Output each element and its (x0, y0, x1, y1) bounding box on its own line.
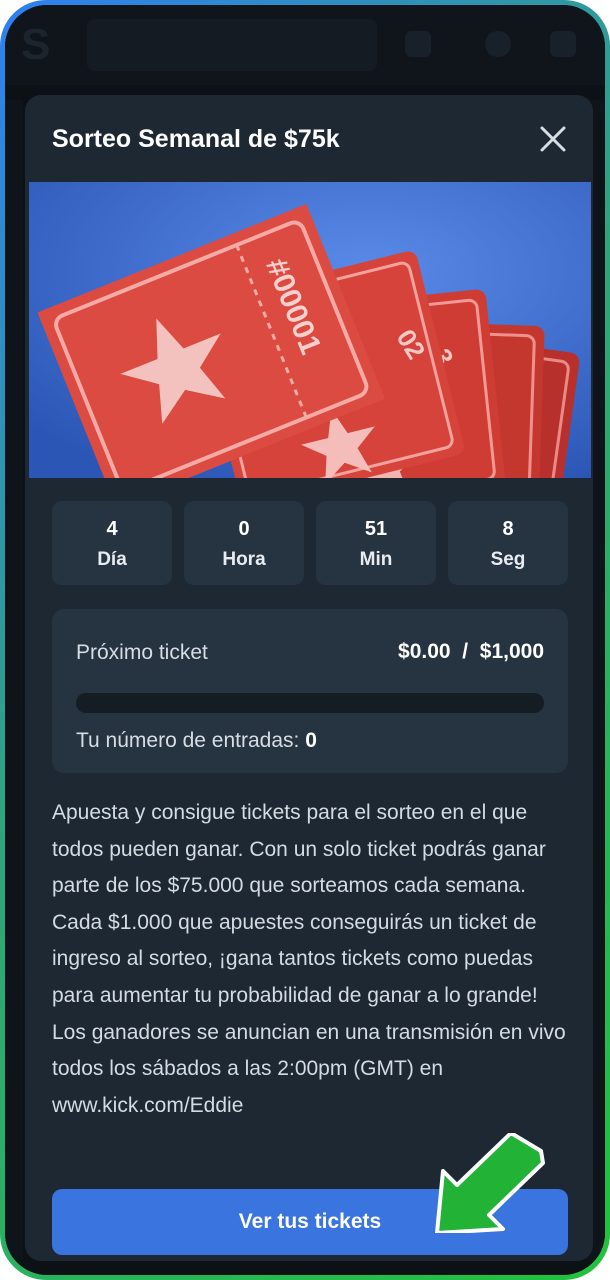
ticket-progress-amount: $0.00 / $1,000 (398, 640, 544, 664)
countdown-seconds: 8 Seg (448, 501, 568, 585)
phone-frame: S Sorteo Semanal de $75k 3 02 #00001 4 D… (0, 0, 610, 1280)
hero-image: 3 02 #00001 (29, 182, 591, 478)
close-button[interactable] (537, 123, 569, 155)
countdown-value: 8 (502, 518, 514, 540)
raffle-tickets-illustration: 3 02 #00001 (29, 182, 591, 478)
background-bell-icon (550, 31, 576, 57)
countdown-unit: Seg (490, 549, 526, 570)
countdown-value: 0 (238, 518, 250, 540)
ticket-progress-bar (76, 693, 544, 713)
close-icon (540, 126, 566, 152)
amount-separator: / (462, 640, 469, 663)
screen: S Sorteo Semanal de $75k 3 02 #00001 4 D… (5, 5, 605, 1275)
background-left-strip (5, 100, 23, 1260)
entries-label: Tu número de entradas: (76, 729, 300, 752)
wagered-amount: $0.00 (398, 640, 451, 663)
countdown-minutes: 51 Min (316, 501, 436, 585)
background-logo: S (21, 20, 51, 69)
countdown-value: 4 (106, 518, 118, 540)
countdown-days: 4 Día (52, 501, 172, 585)
entries-count-text: Tu número de entradas: 0 (76, 729, 317, 753)
background-header: S (5, 5, 605, 85)
goal-amount: $1,000 (479, 640, 544, 663)
countdown-hours: 0 Hora (184, 501, 304, 585)
countdown-timer: 4 Día 0 Hora 51 Min 8 Seg (52, 501, 568, 585)
countdown-unit: Min (359, 549, 393, 570)
raffle-modal: Sorteo Semanal de $75k 3 02 #00001 4 Día… (25, 95, 593, 1261)
entries-count: 0 (305, 729, 317, 752)
countdown-unit: Hora (222, 549, 266, 570)
next-ticket-label: Próximo ticket (76, 641, 208, 664)
modal-title: Sorteo Semanal de $75k (52, 125, 340, 153)
background-search-bar (87, 19, 377, 71)
countdown-value: 51 (364, 518, 388, 540)
view-tickets-button[interactable]: Ver tus tickets (52, 1189, 568, 1255)
background-gift-icon (405, 31, 431, 57)
background-user-icon (485, 31, 511, 57)
countdown-unit: Día (97, 549, 127, 570)
raffle-description: Apuesta y consigue tickets para el sorte… (52, 801, 566, 1117)
ticket-progress-panel: Próximo ticket $0.00 / $1,000 Tu número … (52, 609, 568, 773)
